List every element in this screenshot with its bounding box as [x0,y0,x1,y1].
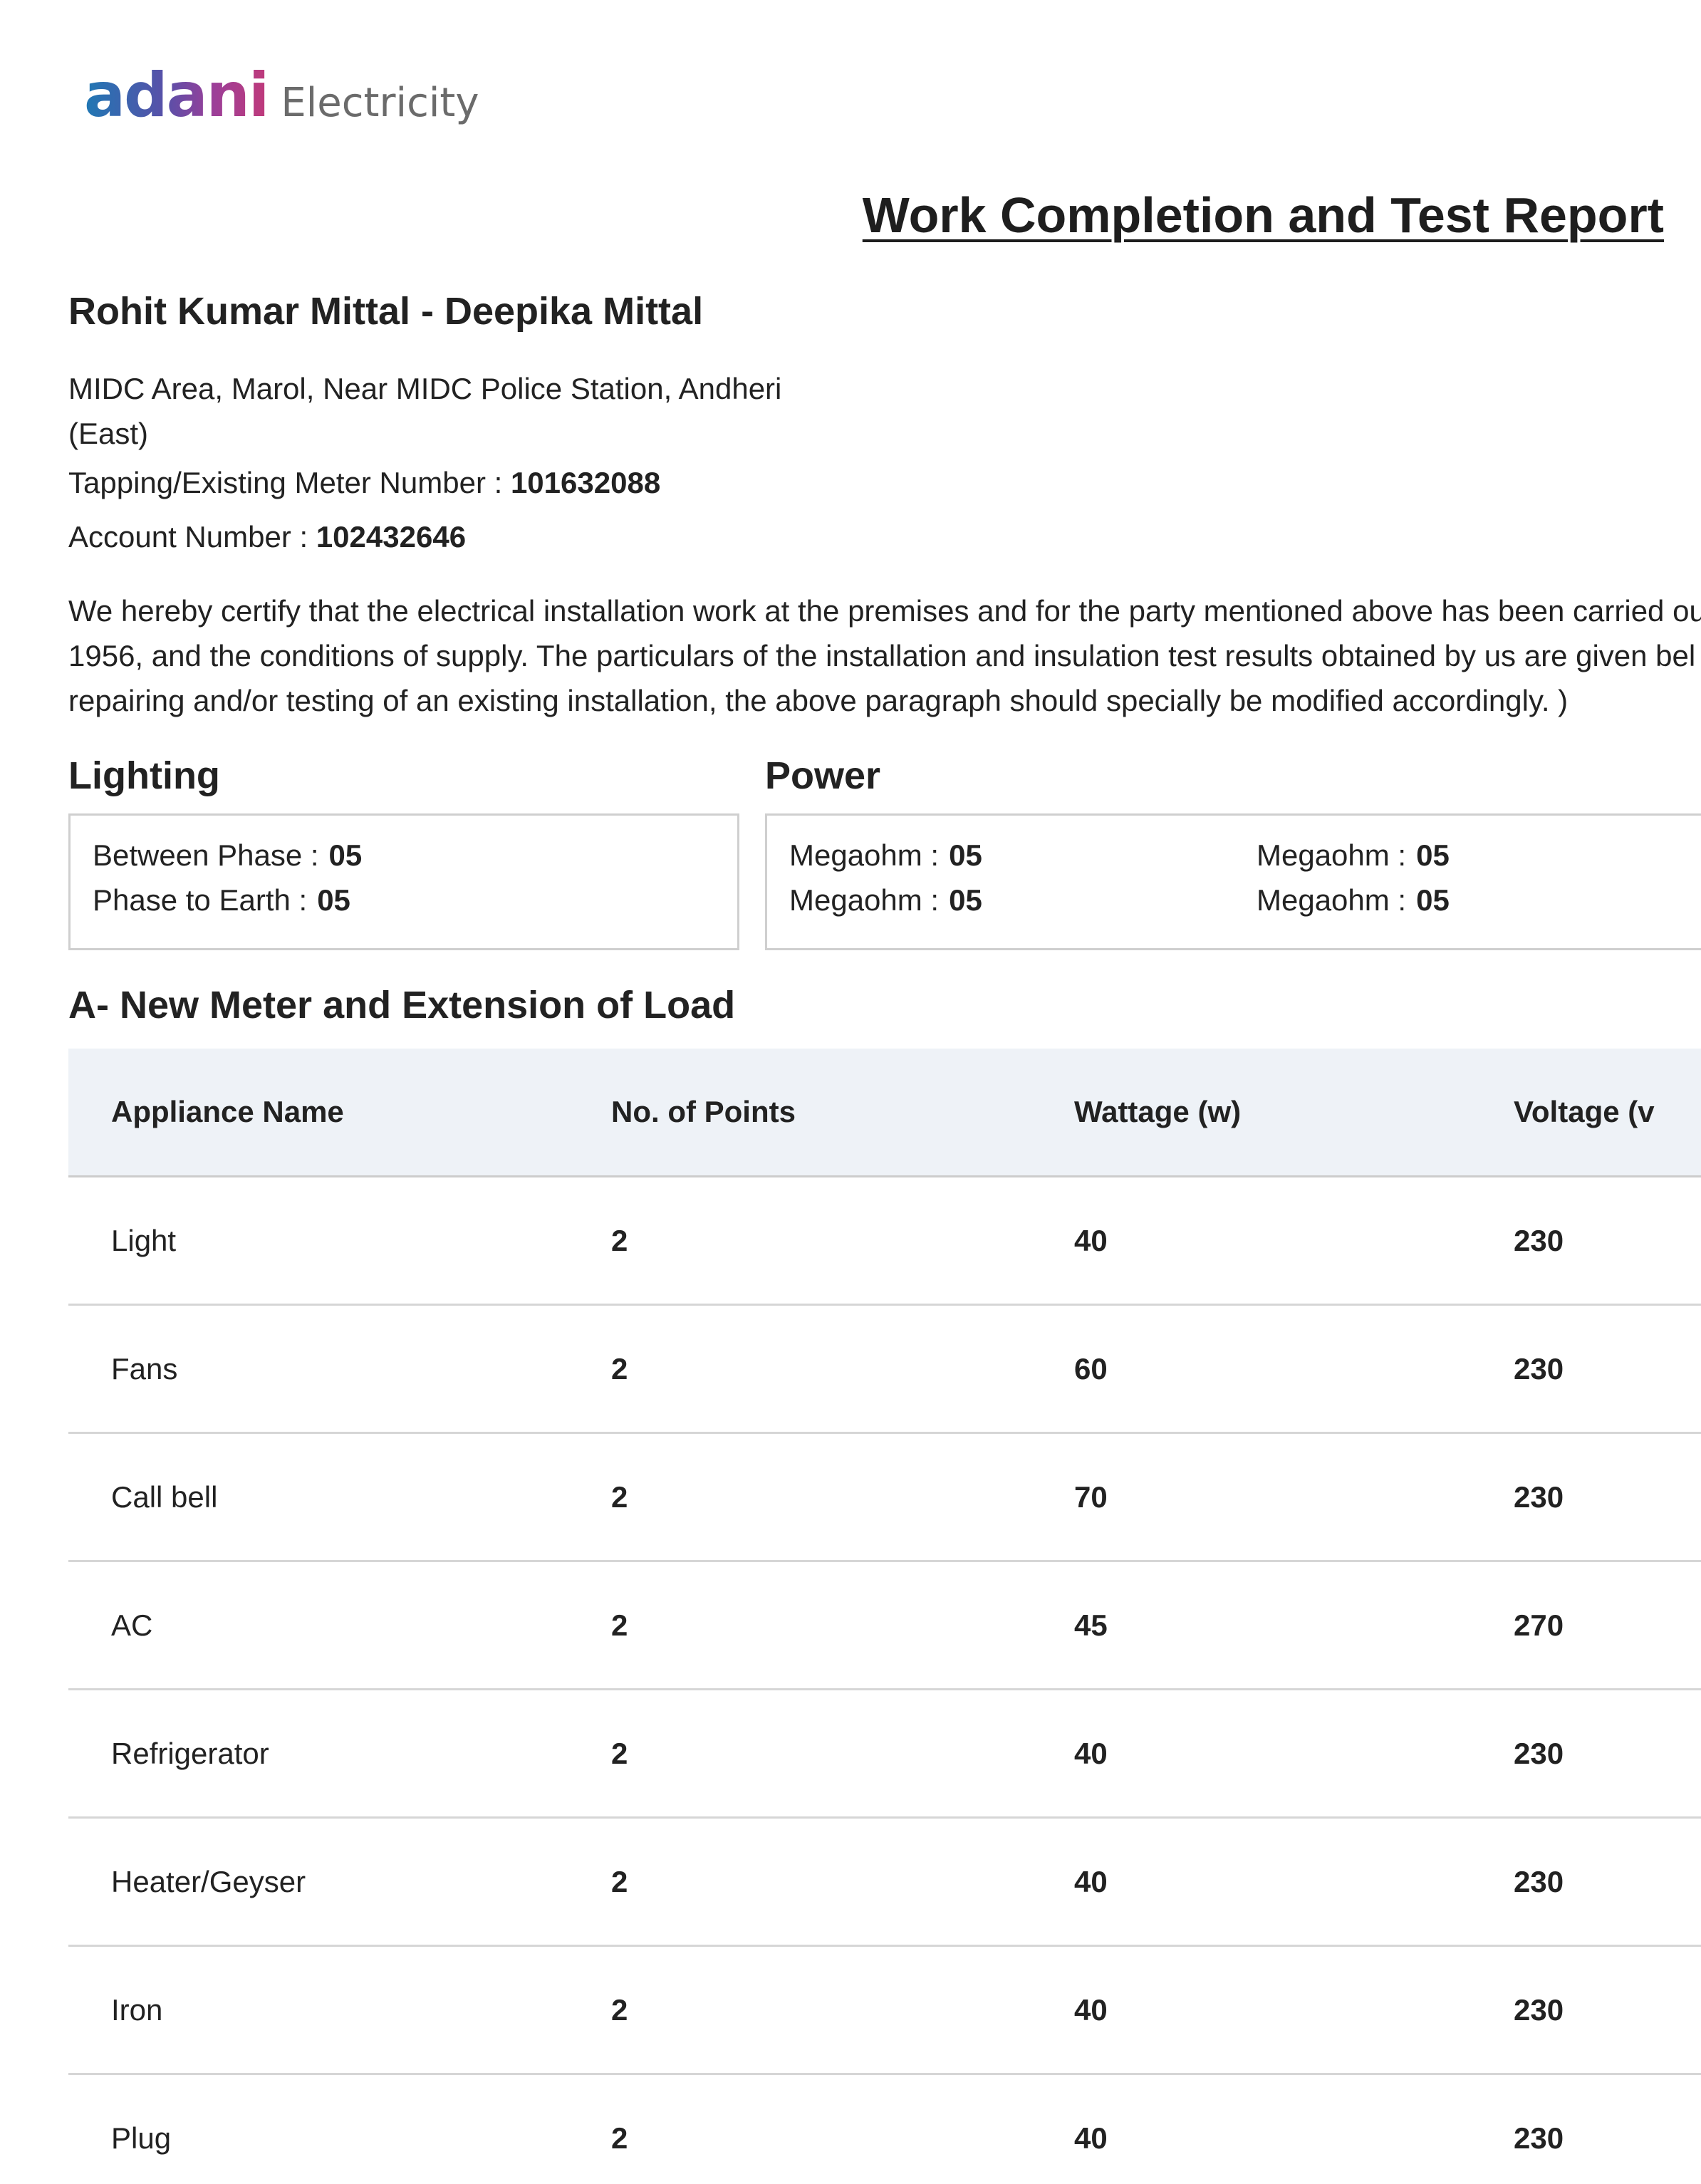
power-box: Megaohm : 05 Megaohm : 05 Megaohm : 05 Mega… [765,813,1701,950]
lighting-box: Between Phase : 05 Phase to Earth : 05 [68,813,739,950]
wattage-cell: 40 [1074,1176,1514,1306]
logo-sub-text: Electricity [281,80,479,126]
meter-number-value: 101632088 [510,466,661,499]
table-row: Plug 2 40 230 [68,2074,1701,2184]
certification-line-2: 1956, and the conditions of supply. The … [68,639,1696,672]
appliance-name-cell: Heater/Geyser [68,1817,611,1947]
appliance-name-cell: Iron [68,1945,611,2075]
power-megaohm-row: Megaohm : 05 [1257,883,1450,917]
column-header-appliance-name: Appliance Name [68,1049,611,1177]
account-number-label: Account Number : [68,520,308,553]
appliance-table-wrapper: Appliance Name No. of Points Wattage (w)… [68,1049,1701,2184]
points-cell: 2 [611,1689,1074,1819]
table-header-row: Appliance Name No. of Points Wattage (w)… [68,1049,1701,1177]
meter-number-label: Tapping/Existing Meter Number : [68,466,503,499]
wattage-cell: 40 [1074,1945,1514,2075]
table-row: Heater/Geyser 2 40 230 [68,1817,1701,1947]
appliance-name-cell: AC [68,1561,611,1690]
points-cell: 2 [611,1561,1074,1690]
wattage-cell: 60 [1074,1304,1514,1434]
column-header-no-of-points: No. of Points [611,1049,1074,1177]
wattage-cell: 45 [1074,1561,1514,1690]
lighting-heading: Lighting [68,754,220,797]
megaohm-value: 05 [949,883,982,917]
voltage-cell: 230 [1514,1176,1701,1306]
points-cell: 2 [611,1432,1074,1562]
party-address: MIDC Area, Marol, Near MIDC Police Stati… [68,366,788,456]
column-header-voltage: Voltage (v [1514,1049,1701,1177]
table-row: Iron 2 40 230 [68,1945,1701,2075]
voltage-cell: 230 [1514,1945,1701,2075]
points-cell: 2 [611,1817,1074,1947]
voltage-cell: 230 [1514,1432,1701,1562]
wattage-cell: 70 [1074,1432,1514,1562]
phase-to-earth-label: Phase to Earth : [93,883,308,917]
new-meter-heading: A- New Meter and Extension of Load [68,984,736,1026]
appliance-name-cell: Call bell [68,1432,611,1562]
address-line-1: MIDC Area, Marol, Near MIDC Police Stati… [68,372,782,405]
points-cell: 2 [611,2074,1074,2184]
points-cell: 2 [611,1945,1074,2075]
table-row: Light 2 40 230 [68,1176,1701,1306]
power-megaohm-row: Megaohm : 05 [1257,838,1450,873]
appliance-name-cell: Plug [68,2074,611,2184]
table-row: Fans 2 60 230 [68,1304,1701,1434]
meter-number-line: Tapping/Existing Meter Number : 10163208… [68,466,660,500]
appliance-name-cell: Light [68,1176,611,1306]
appliance-name-cell: Fans [68,1304,611,1434]
megaohm-value: 05 [949,838,982,872]
power-heading: Power [765,754,881,797]
report-page: adani Electricity Work Completion and Te… [0,0,1701,2184]
voltage-cell: 230 [1514,1817,1701,1947]
power-megaohm-row: Megaohm : 05 [789,838,982,873]
megaohm-label: Megaohm : [789,883,940,917]
wattage-cell: 40 [1074,1689,1514,1819]
report-title: Work Completion and Test Report [862,187,1664,243]
between-phase-label: Between Phase : [93,838,319,872]
table-row: AC 2 45 270 [68,1561,1701,1690]
address-line-2: (East) [68,417,149,450]
certification-line-1: We hereby certify that the electrical in… [68,594,1701,628]
megaohm-value: 05 [1416,838,1450,872]
power-megaohm-row: Megaohm : 05 [789,883,982,917]
voltage-cell: 270 [1514,1561,1701,1690]
phase-to-earth-value: 05 [317,883,350,917]
account-number-line: Account Number : 102432646 [68,520,466,554]
certification-paragraph: We hereby certify that the electrical in… [68,588,1701,723]
between-phase-row: Between Phase : 05 [93,838,362,873]
adani-electricity-logo: adani Electricity [84,60,479,131]
logo-brand-text: adani [84,60,269,131]
account-number-value: 102432646 [316,520,467,553]
column-header-wattage: Wattage (w) [1074,1049,1514,1177]
megaohm-value: 05 [1416,883,1450,917]
wattage-cell: 40 [1074,2074,1514,2184]
points-cell: 2 [611,1176,1074,1306]
voltage-cell: 230 [1514,1304,1701,1434]
voltage-cell: 230 [1514,2074,1701,2184]
between-phase-value: 05 [328,838,363,872]
certification-line-3: repairing and/or testing of an existing … [68,684,1569,717]
phase-to-earth-row: Phase to Earth : 05 [93,883,350,917]
voltage-cell: 230 [1514,1689,1701,1819]
party-name: Rohit Kumar Mittal - Deepika Mittal [68,290,704,333]
wattage-cell: 40 [1074,1817,1514,1947]
megaohm-label: Megaohm : [1257,838,1407,872]
table-row: Refrigerator 2 40 230 [68,1689,1701,1819]
appliance-table: Appliance Name No. of Points Wattage (w)… [68,1049,1701,2184]
appliance-name-cell: Refrigerator [68,1689,611,1819]
megaohm-label: Megaohm : [1257,883,1407,917]
table-row: Call bell 2 70 230 [68,1432,1701,1562]
megaohm-label: Megaohm : [789,838,940,872]
points-cell: 2 [611,1304,1074,1434]
